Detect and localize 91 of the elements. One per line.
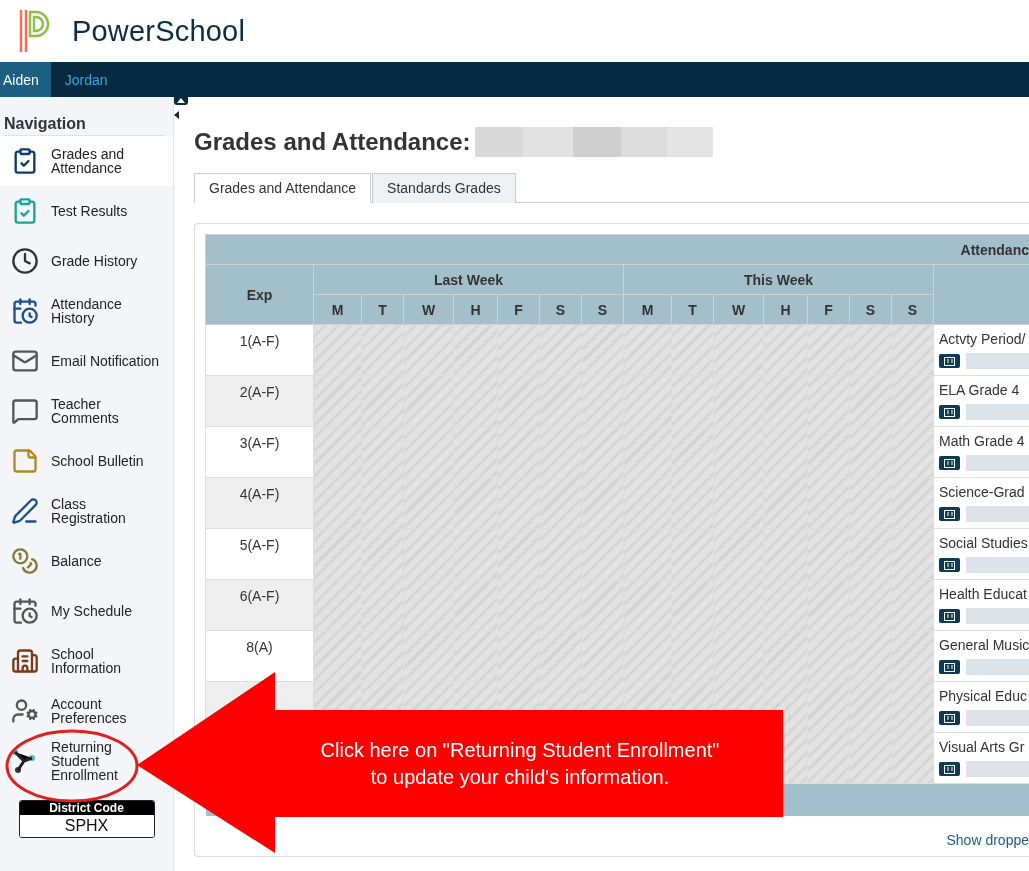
table-cell: 1(A-F) — [205, 324, 314, 376]
nav-icon — [9, 547, 41, 575]
course-name: Math Grade 4 — [939, 433, 1026, 449]
id-card-icon — [944, 713, 955, 723]
attendance-cell — [807, 324, 850, 376]
attendance-cell — [581, 324, 624, 376]
nav-item[interactable]: School Bulletin — [0, 436, 173, 486]
course-name: Health Educat — [939, 586, 1028, 602]
nav-item[interactable]: Grades and Attendance — [0, 136, 173, 186]
info-button[interactable] — [939, 762, 960, 776]
nav-item[interactable]: Balance — [0, 536, 173, 586]
info-button[interactable] — [939, 660, 960, 674]
attendance-cell — [361, 324, 404, 376]
course-name: Physical Educ — [939, 688, 1028, 704]
attendance-cell — [313, 528, 362, 580]
district-code-label: District Code — [19, 801, 154, 815]
attendance-cell — [539, 324, 582, 376]
attendance-cell — [313, 324, 362, 376]
nav-item[interactable]: Test Results — [0, 186, 173, 236]
id-card-icon — [944, 662, 955, 672]
attendance-cell — [623, 324, 672, 376]
logo-text: PowerSchool — [72, 14, 246, 48]
attendance-cell — [713, 324, 764, 376]
info-button[interactable] — [939, 507, 960, 521]
id-card-icon — [944, 560, 955, 570]
info-button[interactable] — [939, 405, 960, 419]
attendance-cell — [313, 579, 362, 631]
id-card-icon — [944, 764, 955, 774]
info-button[interactable] — [939, 354, 960, 368]
nav-item[interactable]: My Schedule — [0, 586, 173, 636]
attendance-cell — [453, 324, 498, 376]
table-cell: 5(A-F) — [205, 528, 314, 580]
table-cell: 6(A-F) — [205, 579, 314, 631]
nav-item[interactable]: Class Registration — [0, 486, 173, 536]
id-card-icon — [944, 509, 955, 519]
tab[interactable]: Standards Grades — [372, 173, 516, 203]
nav-icon — [9, 397, 41, 425]
column-header: Last Week — [313, 264, 624, 295]
district-code-value: SPHX — [19, 815, 154, 837]
tab[interactable]: Grades and Attendance — [194, 173, 372, 203]
table-group-header: Attendanc — [205, 234, 1029, 265]
attendance-cell — [671, 324, 714, 376]
logo-icon — [18, 8, 52, 54]
id-card-icon — [944, 407, 955, 417]
info-button[interactable] — [939, 609, 960, 623]
nav-item[interactable]: Returning Student Enrollment — [0, 736, 133, 786]
student-tab[interactable]: Aiden — [0, 62, 51, 97]
course-name: General Music — [939, 637, 1029, 653]
attendance-cell — [403, 324, 454, 376]
nav-item[interactable]: Email Notification — [0, 336, 173, 386]
day-header: W — [403, 294, 454, 325]
course-name: Social Studies — [939, 535, 1029, 551]
column-header: Exp — [205, 264, 314, 325]
info-button[interactable] — [939, 558, 960, 572]
student-tab[interactable]: Jordan — [52, 62, 120, 97]
attendance-cell — [313, 426, 362, 478]
collapse-icon[interactable] — [174, 97, 188, 105]
attendance-cell — [763, 324, 808, 376]
attendance-cell — [807, 732, 850, 784]
nav-icon — [9, 497, 41, 525]
course-name: Actvty Period/ — [939, 331, 1027, 347]
nav-item[interactable]: Account Preferences — [0, 686, 173, 736]
attendance-cell — [497, 324, 540, 376]
attendance-cell — [313, 630, 362, 682]
course-name: Science-Grad — [939, 484, 1026, 500]
nav-icon — [9, 647, 41, 675]
nav-item[interactable]: Teacher Comments — [0, 386, 173, 436]
info-button[interactable] — [939, 456, 960, 470]
column-header: This Week — [623, 264, 934, 295]
id-card-icon — [944, 356, 955, 366]
table-cell: 8(A) — [205, 630, 314, 682]
table-cell: 4(A-F) — [205, 477, 314, 529]
nav-item[interactable]: School Information — [0, 636, 173, 686]
attendance-cell — [849, 324, 892, 376]
course-name: ELA Grade 4 — [939, 382, 1021, 398]
attendance-cell — [313, 477, 362, 529]
show-dropped-link[interactable]: Show droppe — [946, 832, 1029, 848]
page-title: Grades and Attendance: — [194, 128, 471, 156]
nav-item[interactable]: Attendance History — [0, 286, 173, 336]
callout-text: Click here on "Returning Student Enrollment" to update your child's information. — [319, 738, 721, 790]
attendance-cell — [849, 732, 892, 784]
table-cell: 3(A-F) — [205, 426, 314, 478]
id-card-icon — [944, 611, 955, 621]
table-cell: 2(A-F) — [205, 375, 314, 427]
id-card-icon — [944, 458, 955, 468]
nav-icon — [9, 247, 41, 275]
nav-item[interactable]: Grade History — [0, 236, 173, 286]
day-header: W — [713, 294, 764, 325]
course-name: Visual Arts Gr — [939, 739, 1026, 755]
attendance-cell — [313, 375, 362, 427]
info-button[interactable] — [939, 711, 960, 725]
